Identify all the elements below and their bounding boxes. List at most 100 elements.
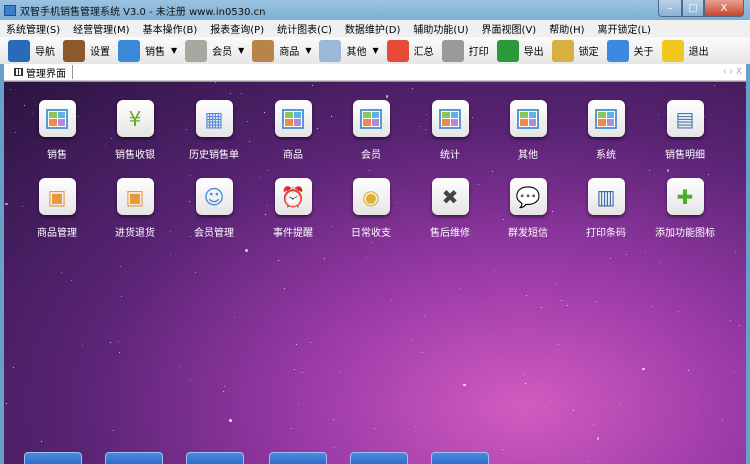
dropdown-arrow-icon[interactable]: ▼ <box>372 46 378 55</box>
star-decoration <box>422 351 424 353</box>
function-tile[interactable]: 💬 群发短信 <box>488 178 568 239</box>
close-button[interactable]: X <box>704 0 744 17</box>
star-decoration <box>6 403 8 405</box>
menu-item[interactable]: 辅助功能(U) <box>413 21 468 36</box>
star-decoration <box>302 371 304 373</box>
star-decoration <box>277 260 279 262</box>
star-decoration <box>190 380 192 382</box>
function-tile[interactable]: ✚ 添加功能图标 <box>645 178 725 239</box>
function-tile[interactable]: ▤ 销售明细 <box>645 100 725 161</box>
star-decoration <box>744 87 746 89</box>
grid-icon <box>431 100 469 137</box>
star-decoration <box>9 88 11 90</box>
tab-management[interactable]: 管理界面 <box>4 65 73 80</box>
tools-icon: ✖ <box>431 178 469 215</box>
star-decoration <box>13 367 15 369</box>
bottom-shortcut-button[interactable] <box>105 452 163 464</box>
function-tile[interactable]: 系统 <box>566 100 646 161</box>
star-decoration <box>525 382 527 384</box>
toolbar-button[interactable]: 导出 <box>496 39 544 62</box>
menu-item[interactable]: 帮助(H) <box>549 21 584 36</box>
toolbar-label: 商品 <box>279 47 300 58</box>
bottom-shortcut-button[interactable] <box>431 452 489 464</box>
toolbar-button[interactable]: 退出 <box>661 39 709 62</box>
star-decoration <box>649 169 651 171</box>
menu-item[interactable]: 基本操作(B) <box>143 21 198 36</box>
star-decoration <box>333 447 335 449</box>
star-decoration <box>645 250 647 252</box>
star-decoration <box>120 266 122 268</box>
toolbar-button[interactable]: 导航 <box>8 39 55 62</box>
star-decoration <box>721 420 723 422</box>
dropdown-arrow-icon[interactable]: ▼ <box>305 46 311 55</box>
toolbar-label: 导航 <box>35 47 55 58</box>
function-tile[interactable]: 商品 <box>253 100 333 161</box>
star-decoration <box>412 338 414 340</box>
toolbar-label: 设置 <box>90 47 110 58</box>
function-tile[interactable]: 销售 <box>17 100 97 161</box>
grid-icon <box>352 100 390 137</box>
tile-label: 销售明细 <box>665 150 705 161</box>
function-tile[interactable]: ¥ 销售收银 <box>95 100 175 161</box>
toolbar-button[interactable]: 关于 <box>606 39 654 62</box>
menu-item[interactable]: 系统管理(S) <box>6 21 60 36</box>
toolbar-button[interactable]: 其他 ▼ <box>319 39 379 62</box>
calendar-icon: ▦ <box>195 100 233 137</box>
star-decoration <box>526 295 528 297</box>
star-decoration <box>324 257 326 259</box>
function-tile[interactable]: ☺ 会员管理 <box>174 178 254 239</box>
toolbar-button[interactable]: 商品 ▼ <box>252 39 311 62</box>
toolbar-button[interactable]: 设置 <box>63 39 110 62</box>
function-tile[interactable]: 会员 <box>331 100 411 161</box>
toolbar-button[interactable]: 锁定 <box>551 39 599 62</box>
star-decoration <box>223 391 225 393</box>
menu-item[interactable]: 统计图表(C) <box>277 21 332 36</box>
app-icon <box>4 4 16 16</box>
yen-icon: ¥ <box>116 100 154 137</box>
star-decoration <box>588 460 590 462</box>
function-tile[interactable]: 统计 <box>410 100 490 161</box>
star-decoration <box>294 368 296 370</box>
menu-item[interactable]: 报表查询(P) <box>210 21 264 36</box>
function-tile[interactable]: ▦ 历史销售单 <box>174 100 254 161</box>
toolbar-button[interactable]: 汇总 <box>386 39 434 62</box>
menu-item[interactable]: 经营管理(M) <box>73 21 129 36</box>
toolbar-button[interactable]: 会员 ▼ <box>185 39 244 62</box>
star-decoration <box>610 257 612 259</box>
chat-icon: 💬 <box>509 178 547 215</box>
menu-item[interactable]: 离开锁定(L) <box>598 21 651 36</box>
function-tile[interactable]: ▣ 进货退货 <box>95 178 175 239</box>
toolbar-button[interactable]: 打印 <box>441 39 489 62</box>
bottom-shortcut-button[interactable] <box>269 452 327 464</box>
star-decoration <box>385 95 389 98</box>
function-tile[interactable]: ✖ 售后维修 <box>410 178 490 239</box>
menu-item[interactable]: 数据维护(D) <box>345 21 401 36</box>
minimize-button[interactable]: – <box>658 0 682 17</box>
window-title: 双智手机销售管理系统 V3.0 - 未注册 www.in0530.cn <box>20 6 266 18</box>
maximize-button[interactable]: □ <box>682 0 704 17</box>
bottom-shortcut-button[interactable] <box>24 452 82 464</box>
function-tile[interactable]: ⏰ 事件提醒 <box>253 178 333 239</box>
star-decoration <box>229 419 232 422</box>
star-decoration <box>5 202 8 206</box>
function-tile[interactable]: ▥ 打印条码 <box>566 178 646 239</box>
star-decoration <box>214 82 216 83</box>
toolbar-button[interactable]: 销售 ▼ <box>118 39 177 62</box>
star-decoration <box>60 272 62 274</box>
toolbar-label: 销售 <box>145 47 165 58</box>
tab-nav-controls[interactable]: ‹ › X <box>723 67 742 77</box>
bottom-shortcut-button[interactable] <box>186 452 244 464</box>
star-decoration <box>194 271 196 273</box>
bottom-shortcut-button[interactable] <box>350 452 408 464</box>
dropdown-arrow-icon[interactable]: ▼ <box>238 46 244 55</box>
function-tile[interactable]: 其他 <box>488 100 568 161</box>
star-decoration <box>223 386 225 388</box>
function-tile[interactable]: ▣ 商品管理 <box>17 178 97 239</box>
calculator-icon <box>319 39 342 62</box>
function-tile[interactable]: ◉ 日常收支 <box>331 178 411 239</box>
tile-label: 群发短信 <box>508 228 548 239</box>
star-decoration <box>374 428 376 430</box>
dropdown-arrow-icon[interactable]: ▼ <box>171 46 177 55</box>
menu-item[interactable]: 界面视图(V) <box>482 21 537 36</box>
boxes-icon: ▣ <box>38 178 76 215</box>
